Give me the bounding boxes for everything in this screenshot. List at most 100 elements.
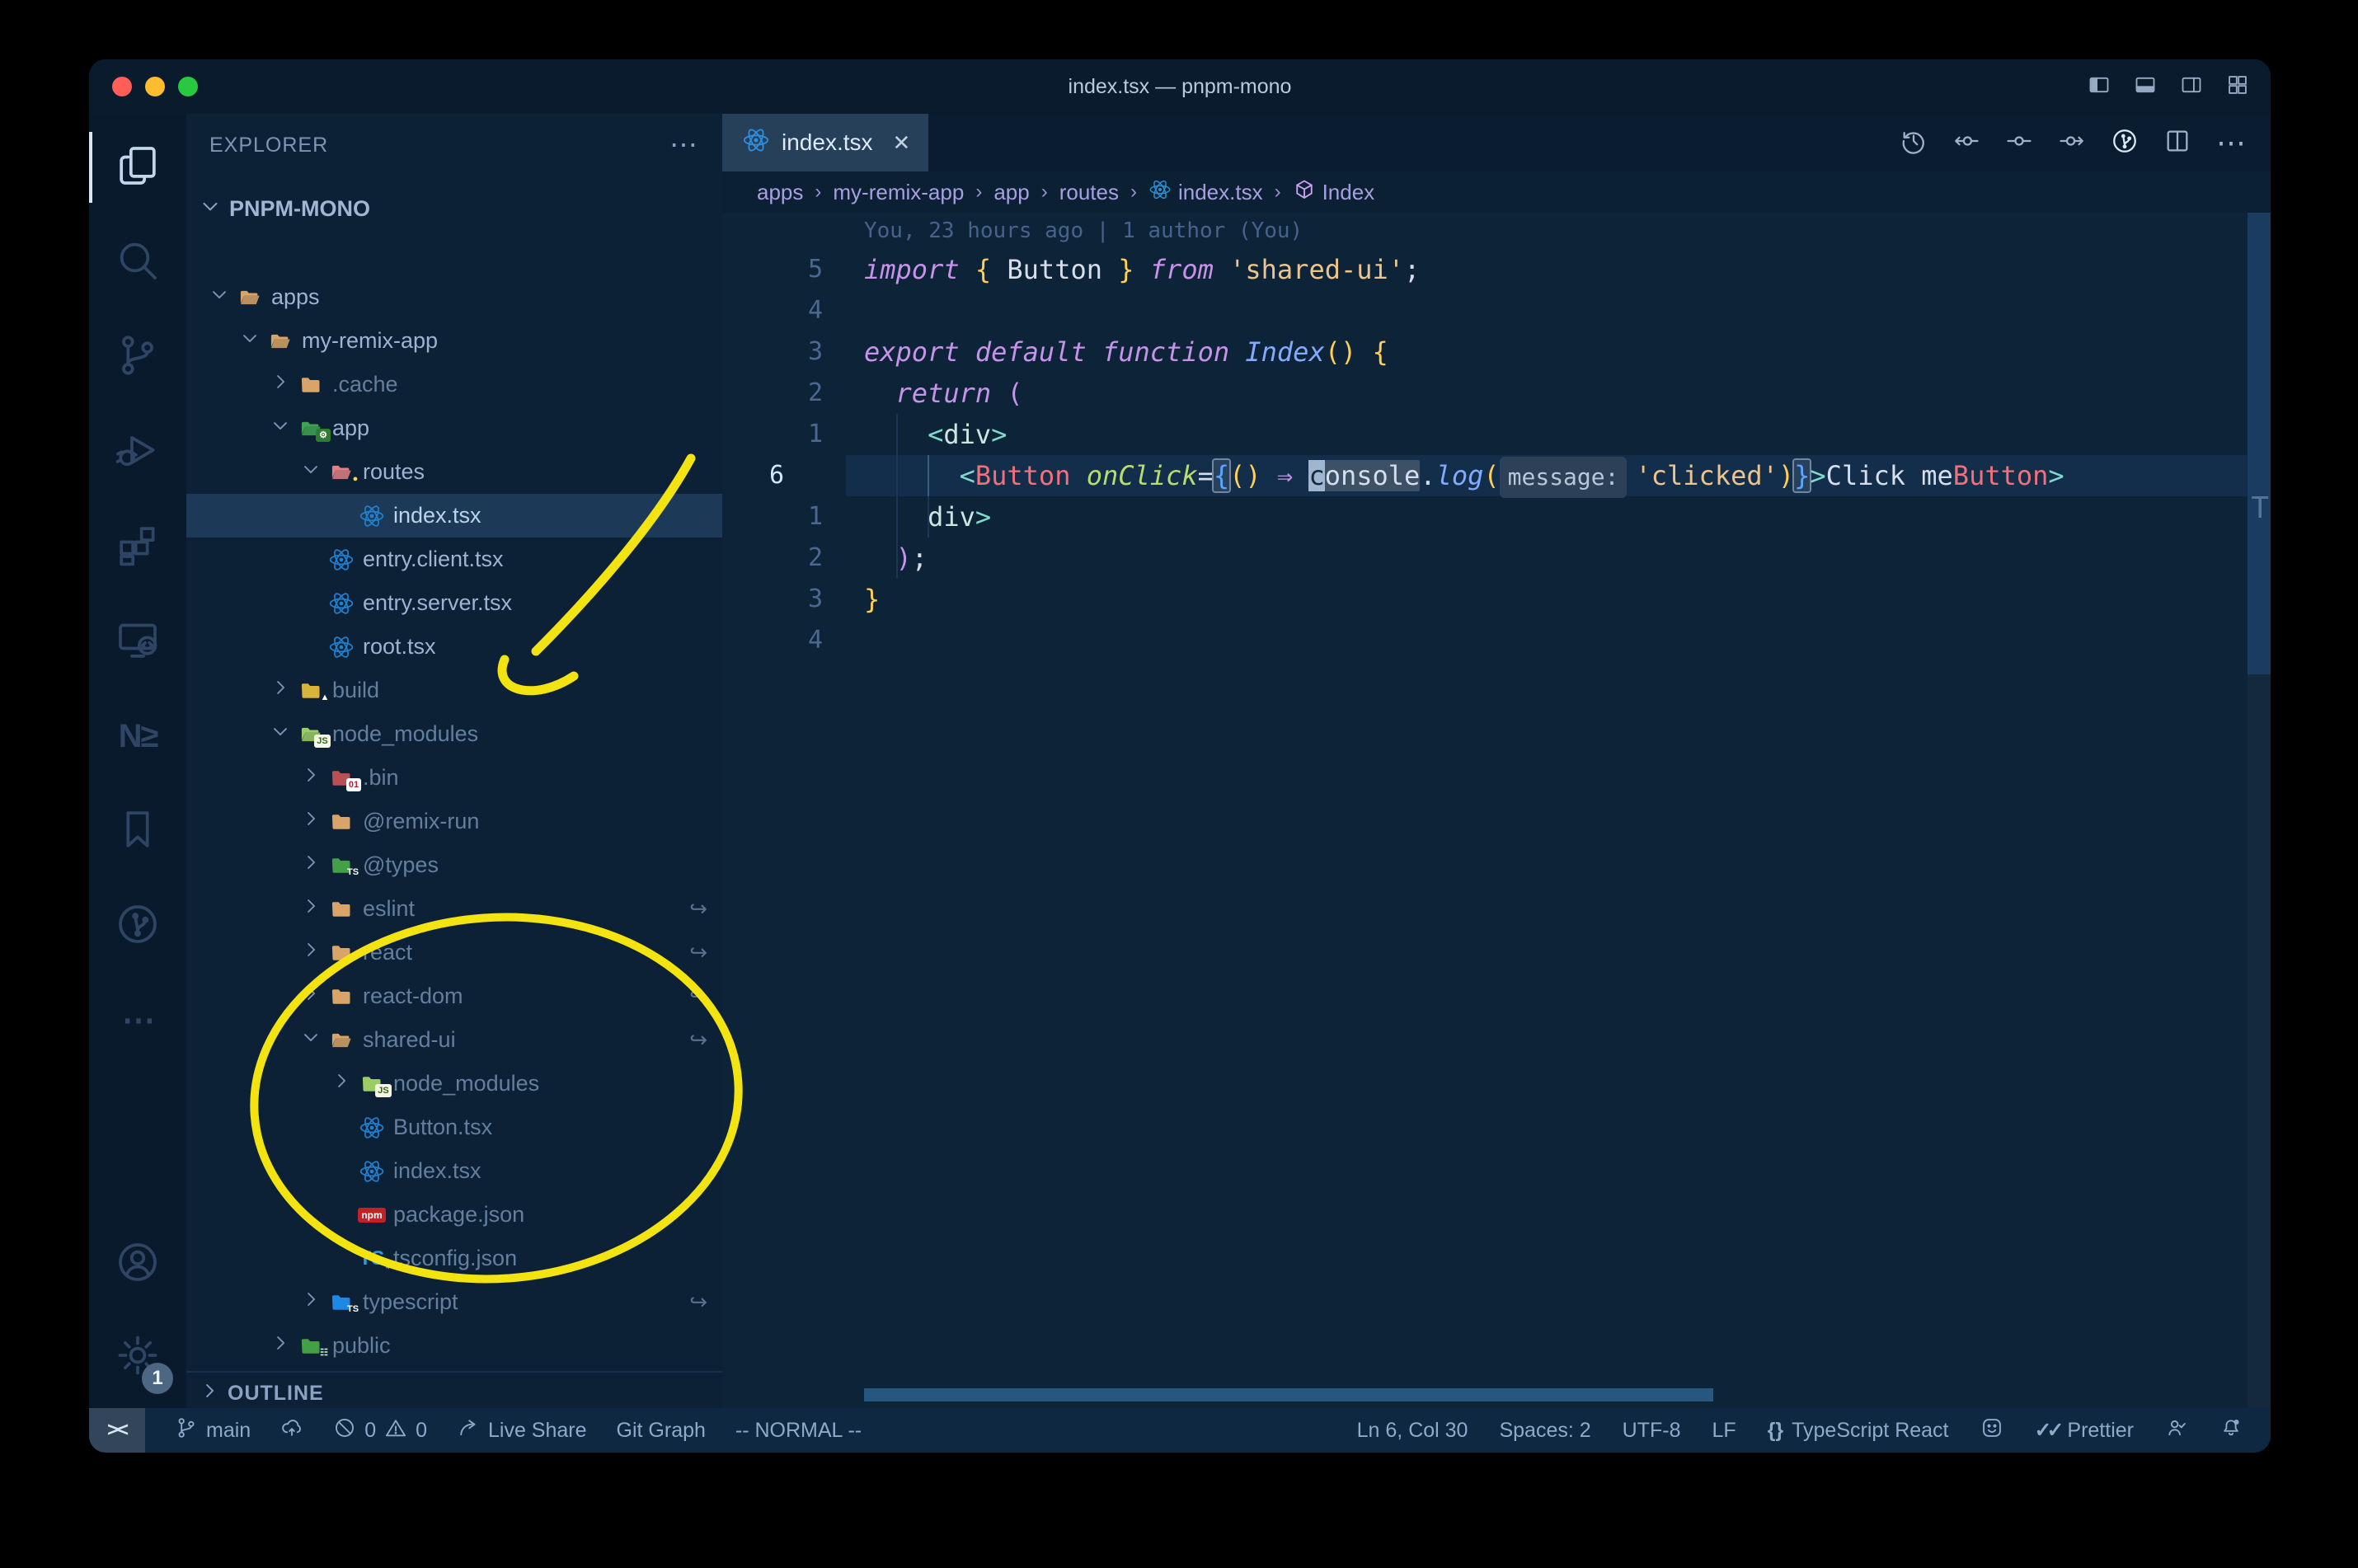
status-extension-smiley[interactable] (1980, 1416, 2003, 1445)
tree-item-app[interactable]: ⚙ app (186, 406, 722, 450)
outline-panel-header[interactable]: OUTLINE (186, 1371, 722, 1408)
tab-index.tsx[interactable]: index.tsx ✕ (722, 114, 929, 171)
code-line[interactable]: 2 return ( (722, 373, 2271, 414)
status-sync[interactable] (280, 1416, 303, 1445)
breadcrumb-item-Index[interactable]: Index (1293, 178, 1374, 207)
vertical-scrollbar[interactable]: T (2248, 213, 2271, 1408)
commit-right-icon[interactable] (2058, 127, 2086, 159)
tree-item-node_modules[interactable]: JS node_modules (186, 1062, 722, 1106)
status-vim-mode[interactable]: -- NORMAL -- (735, 1419, 862, 1443)
code-line[interactable]: 3 export default function Index() { (722, 331, 2271, 373)
close-tab-icon[interactable]: ✕ (893, 130, 911, 156)
code-line[interactable]: 1 div> (722, 496, 2271, 538)
activity-search[interactable] (89, 217, 186, 307)
commit-left-icon[interactable] (1952, 127, 1980, 159)
chevron-right-icon[interactable] (330, 1069, 353, 1098)
tree-item-react-dom[interactable]: react-dom ↪ (186, 974, 722, 1018)
history-icon[interactable] (1900, 127, 1928, 159)
breadcrumb-item-app[interactable]: app (993, 180, 1029, 205)
tree-item-root.tsx[interactable]: root.tsx (186, 625, 722, 669)
tree-item-entry.server.tsx[interactable]: entry.server.tsx (186, 581, 722, 625)
git-graph-icon[interactable] (2111, 127, 2139, 159)
code-line[interactable]: 6 <Button onClick={() ⇒ console.log(mess… (722, 455, 2271, 498)
toggle-panel-icon[interactable] (2134, 73, 2157, 101)
code-line[interactable]: 2 ); (722, 538, 2271, 579)
code-line[interactable]: 3} (722, 579, 2271, 620)
chevron-right-icon[interactable] (269, 1331, 292, 1360)
status-formatter[interactable]: ✓✓ Prettier (2035, 1418, 2135, 1443)
status-indentation[interactable]: Spaces: 2 (1499, 1419, 1590, 1443)
status-feedback[interactable] (2165, 1416, 2188, 1445)
breadcrumb-item-index.tsx[interactable]: index.tsx (1148, 178, 1263, 207)
tree-item-apps[interactable]: apps (186, 275, 722, 319)
chevron-right-icon[interactable] (299, 807, 322, 836)
chevron-right-icon[interactable] (269, 676, 292, 705)
status-eol[interactable]: LF (1712, 1419, 1736, 1443)
tree-item-@remix-run[interactable]: @remix-run (186, 800, 722, 843)
split-editor-icon[interactable] (2163, 127, 2191, 159)
chevron-right-icon[interactable] (299, 982, 322, 1011)
activity-source-control[interactable] (89, 312, 186, 402)
activity-settings[interactable]: 1 (89, 1312, 186, 1402)
activity-git-graph[interactable] (89, 880, 186, 971)
explorer-more-icon[interactable]: ⋯ (669, 129, 699, 162)
scrollbar-thumb[interactable] (2248, 213, 2271, 674)
chevron-down-icon[interactable] (269, 414, 292, 443)
activity-accounts[interactable] (89, 1218, 186, 1309)
tree-item-index.tsx[interactable]: index.tsx (186, 494, 722, 538)
tree-item-shared-ui[interactable]: shared-ui ↪ (186, 1018, 722, 1062)
breadcrumb-item-my-remix-app[interactable]: my-remix-app (833, 180, 964, 205)
chevron-down-icon[interactable] (238, 326, 261, 355)
more-actions-icon[interactable]: ⋯ (2216, 125, 2248, 160)
status-cursor-position[interactable]: Ln 6, Col 30 (1357, 1419, 1468, 1443)
tree-item-public[interactable]: ☷ public (186, 1324, 722, 1368)
status-language-mode[interactable]: {} TypeScript React (1768, 1419, 1949, 1443)
status-encoding[interactable]: UTF-8 (1623, 1419, 1681, 1443)
chevron-down-icon[interactable] (299, 458, 322, 486)
chevron-right-icon[interactable] (299, 763, 322, 792)
tree-item-typescript[interactable]: TS typescript ↪ (186, 1280, 722, 1324)
tree-item-build[interactable]: ▲ build (186, 669, 722, 712)
tree-item-.bin[interactable]: 01 .bin (186, 756, 722, 800)
activity-remote-explorer[interactable] (89, 596, 186, 687)
tree-item-@types[interactable]: TS @types (186, 843, 722, 887)
status-branch[interactable]: main (175, 1416, 251, 1445)
breadcrumb-item-apps[interactable]: apps (757, 180, 803, 205)
workspace-section-header[interactable]: PNPM-MONO (186, 183, 722, 234)
toggle-sidebar-icon[interactable] (2088, 73, 2111, 101)
tree-item-my-remix-app[interactable]: my-remix-app (186, 319, 722, 363)
activity-bookmarks[interactable] (89, 786, 186, 876)
status-problems[interactable]: 00 (333, 1416, 427, 1445)
remote-indicator[interactable]: >< (89, 1408, 145, 1453)
chevron-right-icon[interactable] (299, 1288, 322, 1317)
status-git-graph[interactable]: Git Graph (617, 1419, 706, 1443)
code-line[interactable]: 4 (722, 620, 2271, 661)
tree-item-node_modules[interactable]: JS node_modules (186, 712, 722, 756)
tree-item-Button.tsx[interactable]: Button.tsx (186, 1106, 722, 1149)
tree-item-react[interactable]: react ↪ (186, 931, 722, 974)
chevron-right-icon[interactable] (299, 851, 322, 880)
tree-item-entry.client.tsx[interactable]: entry.client.tsx (186, 538, 722, 581)
chevron-right-icon[interactable] (299, 894, 322, 923)
chevron-right-icon[interactable] (269, 370, 292, 399)
tree-item-tsconfig.json[interactable]: TS ⚙ tsconfig.json (186, 1237, 722, 1280)
status-notifications[interactable] (2219, 1416, 2243, 1445)
activity-more-views[interactable]: ⋯ (89, 975, 186, 1066)
commit-icon[interactable] (2005, 127, 2033, 159)
toggle-secondary-sidebar-icon[interactable] (2180, 73, 2203, 101)
chevron-down-icon[interactable] (299, 1026, 322, 1054)
breadcrumb-item-routes[interactable]: routes (1059, 180, 1119, 205)
tree-item-eslint[interactable]: eslint ↪ (186, 887, 722, 931)
code-line[interactable]: 1 <div> (722, 414, 2271, 455)
tree-item-routes[interactable]: ● routes (186, 450, 722, 494)
code-line[interactable]: 4 (722, 290, 2271, 331)
activity-explorer[interactable] (89, 122, 186, 213)
chevron-right-icon[interactable] (299, 938, 322, 967)
code-line[interactable]: 5 import { Button } from 'shared-ui'; (722, 249, 2271, 290)
activity-extensions[interactable] (89, 501, 186, 592)
activity-nx-console[interactable]: N≥ (89, 691, 186, 782)
tree-item-.cache[interactable]: .cache (186, 363, 722, 406)
tree-item-index.tsx[interactable]: index.tsx (186, 1149, 722, 1193)
chevron-down-icon[interactable] (269, 720, 292, 749)
tree-item-package.json[interactable]: npm package.json (186, 1193, 722, 1237)
